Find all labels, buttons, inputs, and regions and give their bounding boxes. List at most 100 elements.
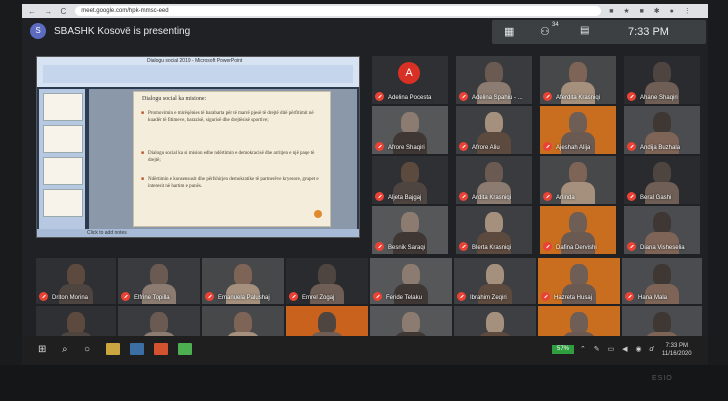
- participant-video: [402, 264, 420, 286]
- participant-video: [486, 264, 504, 286]
- slide-thumbnail: [43, 157, 83, 185]
- participant-name: Besnik Saraqi: [388, 245, 426, 251]
- taskbar-clock[interactable]: 7:33 PM 11/16/2020: [662, 342, 692, 358]
- address-bar[interactable]: meet.google.com/hpk-mmsc-eed: [75, 6, 602, 16]
- chat-icon[interactable]: ▤: [580, 25, 589, 36]
- participants-icon[interactable]: ⚇: [540, 25, 550, 38]
- participant-video: [402, 312, 420, 334]
- participant-tile[interactable]: Dafina Dervishi: [540, 206, 616, 254]
- mic-muted-icon: [627, 192, 636, 201]
- participant-tile[interactable]: Emrel Zogaj: [286, 258, 368, 304]
- participant-video: [653, 112, 671, 134]
- participant-name: Arlinda: [556, 195, 575, 201]
- file-explorer-icon[interactable]: [106, 343, 120, 355]
- mic-muted-icon: [627, 242, 636, 251]
- participant-tile[interactable]: Ahane Shaqiri: [624, 56, 700, 104]
- participant-tile[interactable]: Hana Mala: [622, 258, 702, 304]
- mic-muted-icon: [543, 192, 552, 201]
- participant-tile[interactable]: Arlinda: [540, 156, 616, 204]
- participant-body: [645, 284, 679, 304]
- participant-video: [401, 162, 419, 184]
- participant-name: Afrore Aliu: [472, 145, 500, 151]
- participant-video: [318, 264, 336, 286]
- participant-name: Andija Buzhala: [640, 145, 681, 151]
- participant-name: Emrel Zogaj: [302, 295, 335, 301]
- participant-tile[interactable]: A Adelina Pocesta: [372, 56, 448, 104]
- participant-tile[interactable]: Blerta Krasniqi: [456, 206, 532, 254]
- slide-point: ■ Dialogu social ka si mision edhe ndërti…: [141, 151, 315, 163]
- mic-muted-icon: [39, 292, 48, 301]
- participant-tile[interactable]: Hazreta Husaj: [538, 258, 620, 304]
- participant-video: [401, 112, 419, 134]
- browser-nav-buttons[interactable]: ← → C: [28, 7, 69, 16]
- participant-body: [142, 284, 176, 304]
- participant-avatar: A: [398, 62, 420, 84]
- participant-name: Beral Gashi: [640, 195, 672, 201]
- slide-thumbnails: [39, 89, 85, 229]
- participant-tile[interactable]: Besnik Saraqi: [372, 206, 448, 254]
- meet-clock: 7:33 PM: [628, 26, 669, 38]
- participant-tile[interactable]: Aljeta Bajgaj: [372, 156, 448, 204]
- slide-thumbnail: [43, 125, 83, 153]
- mic-muted-icon: [457, 292, 466, 301]
- participant-body: [59, 284, 93, 304]
- presenter-avatar: S: [30, 23, 46, 39]
- participant-tile[interactable]: Beral Gashi: [624, 156, 700, 204]
- participant-body: [478, 284, 512, 304]
- participant-tile[interactable]: Feride Telaku: [370, 258, 452, 304]
- mic-muted-icon: [459, 92, 468, 101]
- participant-video: [485, 212, 503, 234]
- participant-name: Ahane Shaqiri: [640, 95, 678, 101]
- chrome-icon[interactable]: [178, 343, 192, 355]
- mic-muted-icon: [373, 292, 382, 301]
- participant-tile[interactable]: Andija Buzhala: [624, 106, 700, 154]
- participant-tile[interactable]: Adelina Spahiu - ...: [456, 56, 532, 104]
- mic-muted-icon: [627, 142, 636, 151]
- browser-toolbar: ← → C meet.google.com/hpk-mmsc-eed ■ ★ ■…: [22, 4, 708, 18]
- participant-tile[interactable]: Ibrahim Zeqiri: [454, 258, 536, 304]
- cortana-icon[interactable]: ○: [84, 344, 90, 355]
- participant-name: Elfrine Topilla: [134, 295, 170, 301]
- participant-name: Hazreta Husaj: [554, 295, 593, 301]
- participant-tile[interactable]: Driton Morina: [36, 258, 116, 304]
- system-tray-icons[interactable]: ⌃ ✎ ▭ ◀ ◉ 𝑑: [580, 345, 657, 354]
- powerpoint-icon[interactable]: [154, 343, 168, 355]
- participant-tile[interactable]: Elfrine Topilla: [118, 258, 200, 304]
- participant-video: [569, 62, 587, 84]
- windows-start-icon[interactable]: ⊞: [38, 344, 46, 355]
- participant-tile[interactable]: Diana Visheselia: [624, 206, 700, 254]
- browser-extensions[interactable]: ■ ★ ■ ✱ ● ⋮: [609, 7, 695, 15]
- slide-ornament: [314, 210, 322, 218]
- participant-tile[interactable]: Afrore Aliu: [456, 106, 532, 154]
- participant-tile[interactable]: Aferdita Krasniqi: [540, 56, 616, 104]
- slide-point: ■ Ndërtimin e konsensusit dhe përfshirjen…: [141, 177, 319, 189]
- mic-muted-icon: [543, 142, 552, 151]
- participant-video: [485, 112, 503, 134]
- participant-video: [653, 312, 671, 334]
- participant-name: Aferdita Krasniqi: [556, 95, 601, 101]
- mic-muted-icon: [375, 142, 384, 151]
- layout-grid-icon[interactable]: ▦: [504, 25, 514, 38]
- participant-tile[interactable]: Ajeshah Alija: [540, 106, 616, 154]
- participant-name: Ibrahim Zeqiri: [470, 295, 507, 301]
- presenter-banner: SBASHK Kosovë is presenting: [54, 26, 191, 37]
- participant-tile[interactable]: Ardita Krasniqi: [456, 156, 532, 204]
- participant-name: Aljeta Bajgaj: [388, 195, 422, 201]
- participant-name: Ardita Krasniqi: [472, 195, 512, 201]
- participant-video: [150, 312, 168, 334]
- participant-video: [570, 264, 588, 286]
- mic-muted-icon: [543, 242, 552, 251]
- participant-tile[interactable]: Afrore Shaqiri: [372, 106, 448, 154]
- mic-muted-icon: [627, 92, 636, 101]
- monitor-bezel-bottom: [0, 365, 728, 401]
- word-icon[interactable]: [130, 343, 144, 355]
- participant-body: [310, 284, 344, 304]
- presentation-tile[interactable]: Dialogu social 2019 - Microsoft PowerPoi…: [36, 56, 360, 238]
- slide-heading: Dialogu social ka misione:: [142, 96, 207, 102]
- search-icon[interactable]: ⌕: [62, 344, 68, 355]
- slide-thumbnail: [43, 189, 83, 217]
- battery-indicator[interactable]: 57%: [552, 345, 574, 354]
- participant-name: Afrore Shaqiri: [388, 145, 425, 151]
- mic-muted-icon: [375, 192, 384, 201]
- participant-tile[interactable]: Emanuela Palushaj: [202, 258, 284, 304]
